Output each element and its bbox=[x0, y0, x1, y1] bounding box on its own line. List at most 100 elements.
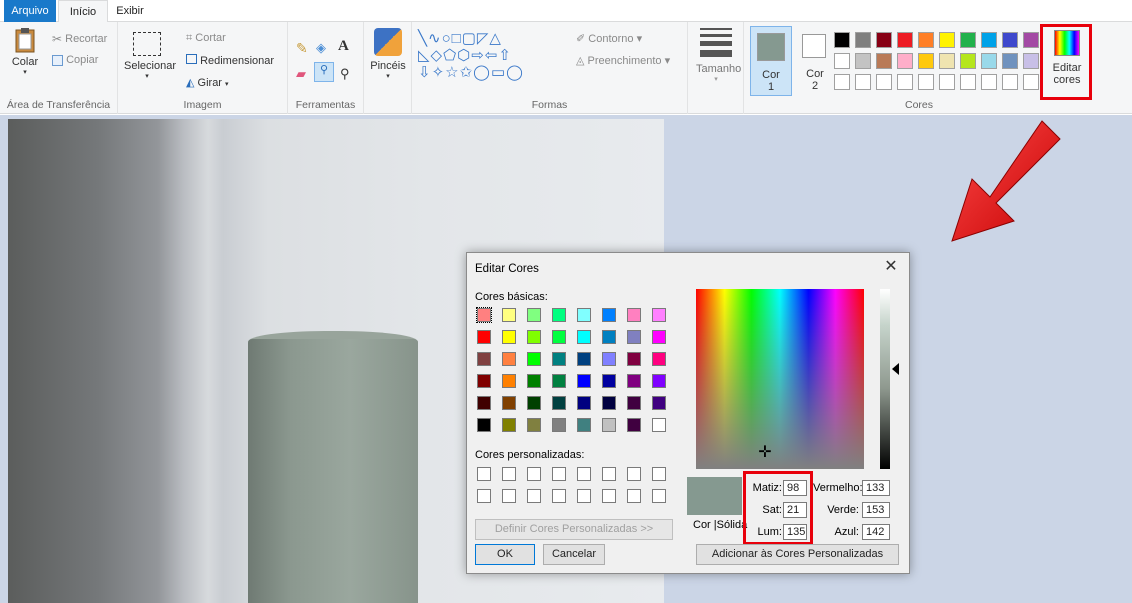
basic-color-swatch[interactable] bbox=[652, 308, 666, 322]
add-to-custom-colors-button[interactable]: Adicionar às Cores Personalizadas bbox=[696, 544, 899, 565]
basic-color-swatch[interactable] bbox=[577, 352, 591, 366]
outline-button[interactable]: ✐ Contorno ▾ bbox=[576, 32, 642, 45]
basic-color-swatch[interactable] bbox=[577, 418, 591, 432]
cut-button[interactable]: ✂ Recortar bbox=[52, 32, 107, 46]
custom-color-swatch[interactable] bbox=[477, 467, 491, 481]
custom-color-swatch[interactable] bbox=[652, 467, 666, 481]
tab-file[interactable]: Arquivo bbox=[4, 0, 56, 22]
custom-color-swatch[interactable] bbox=[602, 489, 616, 503]
palette-swatch[interactable] bbox=[960, 32, 976, 48]
basic-color-swatch[interactable] bbox=[577, 374, 591, 388]
custom-color-swatch[interactable] bbox=[602, 467, 616, 481]
custom-color-swatch[interactable] bbox=[577, 489, 591, 503]
basic-color-swatch[interactable] bbox=[527, 374, 541, 388]
basic-color-swatch[interactable] bbox=[502, 374, 516, 388]
basic-color-swatch[interactable] bbox=[627, 418, 641, 432]
basic-color-swatch[interactable] bbox=[552, 330, 566, 344]
palette-swatch[interactable] bbox=[939, 32, 955, 48]
basic-color-swatch[interactable] bbox=[627, 352, 641, 366]
basic-color-swatch[interactable] bbox=[602, 352, 616, 366]
basic-color-swatch[interactable] bbox=[527, 418, 541, 432]
eraser-icon[interactable]: ▰ bbox=[296, 66, 306, 82]
magnifier-icon[interactable]: ⚲ bbox=[340, 66, 350, 82]
basic-color-swatch[interactable] bbox=[602, 396, 616, 410]
basic-color-swatch[interactable] bbox=[652, 330, 666, 344]
shapes-gallery[interactable]: ╲∿○□▢◸△ ◺◇⬠⬡⇨⇦⇧ ⇩✧☆✩◯▭◯ bbox=[418, 30, 568, 84]
basic-color-swatch[interactable] bbox=[476, 307, 492, 323]
palette-swatch[interactable] bbox=[897, 53, 913, 69]
basic-color-swatch[interactable] bbox=[602, 308, 616, 322]
cancel-button[interactable]: Cancelar bbox=[543, 544, 605, 565]
basic-color-swatch[interactable] bbox=[477, 418, 491, 432]
custom-color-swatch[interactable] bbox=[552, 467, 566, 481]
custom-color-swatch[interactable] bbox=[502, 489, 516, 503]
custom-color-swatch[interactable] bbox=[577, 467, 591, 481]
close-icon[interactable]: ✕ bbox=[881, 257, 901, 277]
select-button[interactable]: Selecionar ▾ bbox=[124, 32, 176, 80]
resize-button[interactable]: Redimensionar bbox=[186, 54, 274, 67]
basic-color-swatch[interactable] bbox=[502, 396, 516, 410]
basic-color-swatch[interactable] bbox=[577, 330, 591, 344]
basic-color-swatch[interactable] bbox=[552, 308, 566, 322]
basic-color-swatch[interactable] bbox=[552, 352, 566, 366]
basic-color-swatch[interactable] bbox=[502, 330, 516, 344]
palette-swatch[interactable] bbox=[876, 53, 892, 69]
custom-color-swatch[interactable] bbox=[627, 489, 641, 503]
palette-empty-swatch[interactable] bbox=[918, 74, 934, 90]
custom-color-swatch[interactable] bbox=[477, 489, 491, 503]
palette-swatch[interactable] bbox=[918, 32, 934, 48]
palette-empty-swatch[interactable] bbox=[834, 74, 850, 90]
color1-button[interactable]: Cor 1 bbox=[750, 26, 792, 96]
text-tool-icon[interactable]: A bbox=[338, 38, 349, 55]
basic-color-swatch[interactable] bbox=[627, 396, 641, 410]
basic-color-swatch[interactable] bbox=[477, 330, 491, 344]
custom-color-swatch[interactable] bbox=[552, 489, 566, 503]
custom-color-swatch[interactable] bbox=[652, 489, 666, 503]
tab-view[interactable]: Exibir bbox=[110, 0, 150, 22]
color2-button[interactable]: Cor 2 bbox=[796, 26, 834, 96]
custom-color-swatch[interactable] bbox=[627, 467, 641, 481]
basic-color-swatch[interactable] bbox=[602, 330, 616, 344]
palette-swatch[interactable] bbox=[981, 53, 997, 69]
palette-swatch[interactable] bbox=[897, 32, 913, 48]
basic-color-swatch[interactable] bbox=[627, 308, 641, 322]
palette-swatch[interactable] bbox=[981, 32, 997, 48]
color-picker-icon[interactable]: ⚲ bbox=[314, 62, 334, 82]
basic-color-swatch[interactable] bbox=[527, 352, 541, 366]
basic-color-swatch[interactable] bbox=[552, 418, 566, 432]
basic-color-swatch[interactable] bbox=[652, 374, 666, 388]
rotate-button[interactable]: ◭ Girar ▾ bbox=[186, 76, 229, 89]
basic-color-swatch[interactable] bbox=[577, 396, 591, 410]
palette-swatch[interactable] bbox=[960, 53, 976, 69]
basic-color-swatch[interactable] bbox=[477, 374, 491, 388]
palette-swatch[interactable] bbox=[855, 53, 871, 69]
palette-empty-swatch[interactable] bbox=[981, 74, 997, 90]
red-field[interactable]: 133 bbox=[862, 480, 890, 496]
brushes-button[interactable]: Pincéis ▾ bbox=[370, 28, 406, 80]
palette-empty-swatch[interactable] bbox=[1002, 74, 1018, 90]
palette-swatch[interactable] bbox=[1023, 32, 1039, 48]
basic-color-swatch[interactable] bbox=[652, 352, 666, 366]
basic-color-swatch[interactable] bbox=[527, 308, 541, 322]
palette-empty-swatch[interactable] bbox=[897, 74, 913, 90]
basic-color-swatch[interactable] bbox=[602, 374, 616, 388]
palette-swatch[interactable] bbox=[834, 32, 850, 48]
tab-home[interactable]: Início bbox=[58, 0, 108, 23]
basic-color-swatch[interactable] bbox=[552, 374, 566, 388]
palette-empty-swatch[interactable] bbox=[1023, 74, 1039, 90]
fill-button[interactable]: ◬ Preenchimento ▾ bbox=[576, 54, 670, 67]
basic-color-swatch[interactable] bbox=[502, 308, 516, 322]
fill-bucket-icon[interactable]: ◈ bbox=[316, 40, 326, 56]
basic-color-swatch[interactable] bbox=[477, 396, 491, 410]
palette-swatch[interactable] bbox=[1002, 53, 1018, 69]
custom-color-swatch[interactable] bbox=[527, 489, 541, 503]
basic-color-swatch[interactable] bbox=[627, 330, 641, 344]
luminosity-slider[interactable] bbox=[880, 289, 890, 469]
blue-field[interactable]: 142 bbox=[862, 524, 890, 540]
palette-empty-swatch[interactable] bbox=[939, 74, 955, 90]
basic-color-swatch[interactable] bbox=[652, 396, 666, 410]
custom-color-swatch[interactable] bbox=[527, 467, 541, 481]
pencil-icon[interactable]: ✎ bbox=[296, 40, 308, 57]
crop-button[interactable]: ⌗ Cortar bbox=[186, 32, 226, 45]
color-spectrum[interactable] bbox=[696, 289, 864, 469]
